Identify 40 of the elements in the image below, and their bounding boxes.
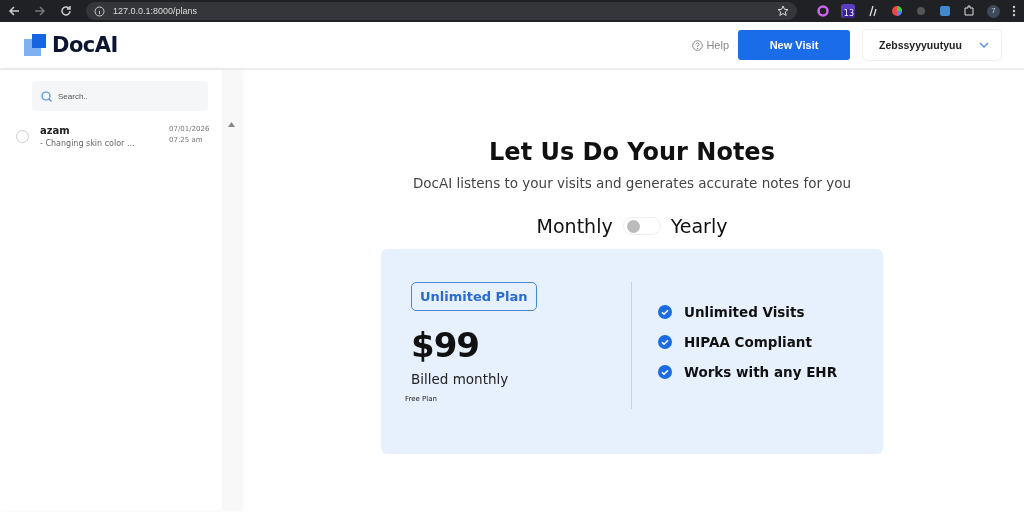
- patient-name: azam: [40, 125, 71, 136]
- page-subtitle: DocAI listens to your visits and generates accurate notes for you: [412, 175, 852, 191]
- check-circle-icon: [658, 305, 672, 319]
- feature-text: HIPAA Compliant: [684, 334, 812, 350]
- plan-name-tag: Unlimited Plan: [411, 282, 537, 311]
- reload-icon[interactable]: [60, 5, 72, 17]
- billing-period: Billed monthly: [411, 371, 509, 387]
- extension-icon[interactable]: 13: [841, 4, 855, 18]
- check-circle-icon: [658, 365, 672, 379]
- square-icon[interactable]: [939, 5, 951, 17]
- billing-option: Monthly: [536, 215, 613, 237]
- help-link[interactable]: Help: [692, 39, 729, 51]
- logo-icon: [24, 34, 48, 56]
- billing-option: Yearly: [670, 215, 728, 237]
- info-icon: [94, 5, 105, 17]
- address-bar[interactable]: 127.0.0.1:8000/plans: [86, 2, 797, 20]
- chevron-down-icon: [979, 42, 989, 48]
- plan-price: $99: [411, 325, 479, 365]
- billing-toggle[interactable]: [622, 217, 661, 235]
- more-icon[interactable]: [1012, 5, 1016, 17]
- new-visit-button[interactable]: New Visit: [738, 30, 850, 60]
- star-icon[interactable]: [777, 5, 789, 17]
- user-dropdown[interactable]: Zebssyyyuutyuu: [862, 29, 1002, 61]
- color-wheel-icon[interactable]: [891, 5, 903, 17]
- search-field[interactable]: Search..: [32, 81, 208, 111]
- back-icon[interactable]: [8, 5, 20, 17]
- extension-badge: 13: [842, 9, 855, 18]
- logo-text: DocAI: [52, 33, 118, 57]
- url-text: 127.0.0.1:8000/plans: [113, 6, 198, 16]
- forward-icon[interactable]: [34, 5, 46, 17]
- help-icon: [692, 39, 704, 51]
- feature-text: Works with any EHR: [684, 364, 838, 380]
- script-icon[interactable]: [867, 5, 879, 17]
- check-circle-icon: [658, 335, 672, 349]
- visit-snippet: - Changing skin color ...: [40, 139, 136, 148]
- ring-icon[interactable]: [817, 5, 829, 17]
- scroll-up-icon[interactable]: [227, 122, 235, 127]
- puzzle-icon[interactable]: [963, 5, 975, 17]
- feature-text: Unlimited Visits: [684, 304, 805, 320]
- page-title: Let Us Do Your Notes: [489, 138, 775, 166]
